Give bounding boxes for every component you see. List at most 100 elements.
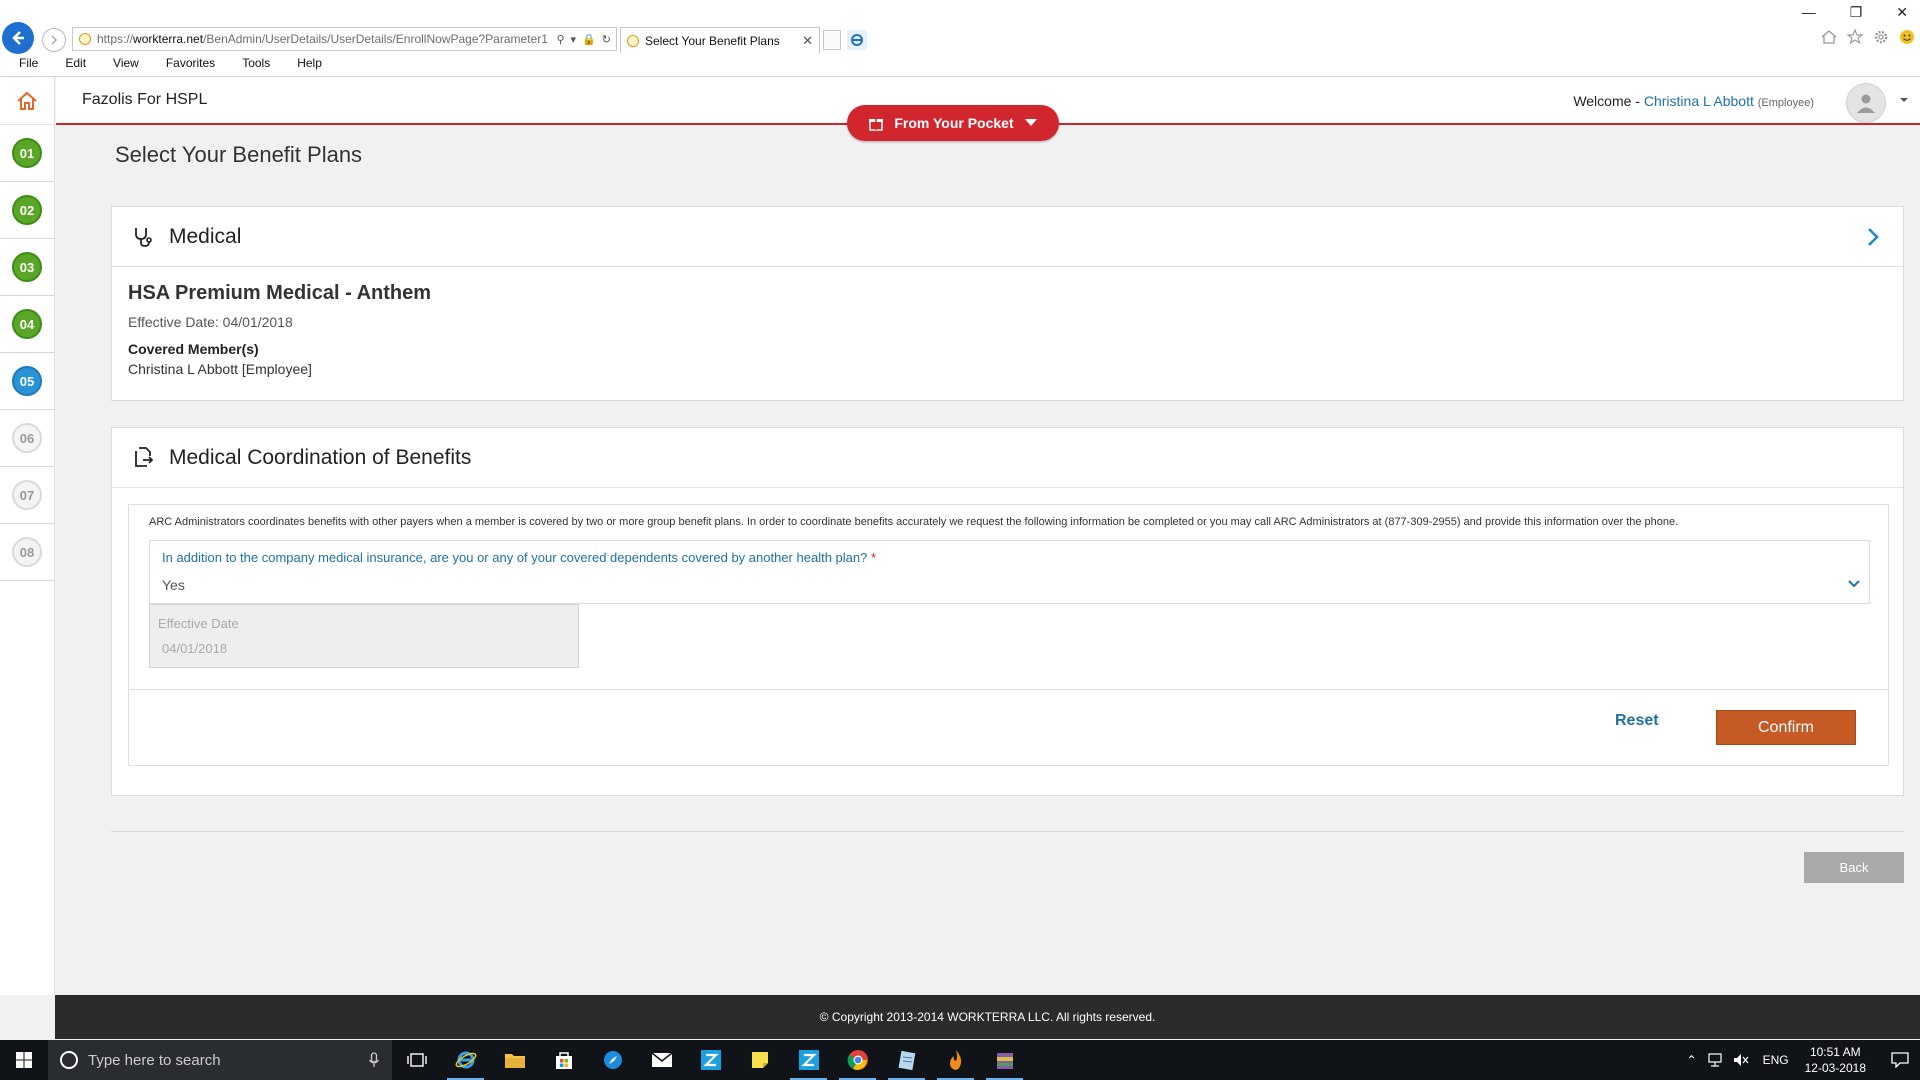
confirm-button[interactable]: Confirm <box>1716 710 1856 745</box>
chevron-down-icon[interactable] <box>1847 579 1861 589</box>
user-name-link[interactable]: Christina L Abbott <box>1644 93 1754 109</box>
medical-card-header[interactable]: Medical <box>112 207 1903 267</box>
copyright-footer: © Copyright 2013-2014 WORKTERRA LLC. All… <box>55 995 1920 1039</box>
stethoscope-icon <box>135 227 152 247</box>
smiley-feedback-icon[interactable] <box>1898 28 1916 46</box>
new-tab-button[interactable] <box>823 30 841 50</box>
internet-explorer-icon[interactable] <box>441 1040 490 1080</box>
gift-icon <box>869 119 884 131</box>
step-04[interactable]: 04 <box>0 296 54 353</box>
other-plan-question: In addition to the company medical insur… <box>162 550 877 565</box>
forward-arrow-icon[interactable] <box>42 28 66 52</box>
form-divider <box>129 689 1888 690</box>
page-title: Select Your Benefit Plans <box>115 142 363 167</box>
file-explorer-icon[interactable] <box>490 1040 539 1080</box>
back-arrow-icon[interactable] <box>2 22 34 54</box>
menu-tools[interactable]: Tools <box>223 56 278 74</box>
refresh-icon[interactable]: ↻ <box>602 33 611 46</box>
cob-info-text: ARC Administrators coordinates benefits … <box>149 516 1679 528</box>
cortana-circle-icon <box>60 1051 78 1069</box>
menu-view[interactable]: View <box>94 56 147 74</box>
site-favicon-icon <box>79 33 91 45</box>
lock-icon[interactable]: 🔒 <box>582 33 596 46</box>
zoom-app-icon[interactable] <box>686 1040 735 1080</box>
step-03[interactable]: 03 <box>0 239 54 296</box>
step-01[interactable]: 01 <box>0 125 54 182</box>
user-role: (Employee) <box>1757 97 1814 109</box>
required-marker: * <box>870 550 877 565</box>
windows-logo-icon <box>16 1052 32 1068</box>
clock[interactable]: 10:51 AM 12-03-2018 <box>1805 1044 1866 1076</box>
plan-name: HSA Premium Medical - Anthem <box>128 282 432 304</box>
step-badge: 01 <box>12 138 42 168</box>
microphone-icon[interactable] <box>368 1052 380 1068</box>
coordination-of-benefits-card: Medical Coordination of Benefits ARC Adm… <box>111 427 1904 796</box>
clock-date: 12-03-2018 <box>1804 1061 1866 1075</box>
search-icon[interactable]: ⚲ <box>556 33 564 46</box>
address-bar[interactable]: https://workterra.net/BenAdmin/UserDetai… <box>72 27 617 51</box>
chrome-icon[interactable] <box>833 1040 882 1080</box>
step-06[interactable]: 06 <box>0 410 54 467</box>
close-window-icon[interactable]: ✕ <box>1896 4 1908 21</box>
plan-effective-date: Effective Date: 04/01/2018 <box>128 314 293 330</box>
sticky-notes-icon[interactable] <box>735 1040 784 1080</box>
cob-card-header: Medical Coordination of Benefits <box>112 428 1903 488</box>
step-sidebar: 01 02 03 04 05 06 07 08 <box>0 77 55 995</box>
cob-title: Medical Coordination of Benefits <box>169 445 472 469</box>
document-transfer-icon <box>135 446 154 467</box>
dropdown-arrow-icon[interactable]: ▾ <box>571 33 577 46</box>
back-button[interactable]: Back <box>1804 852 1904 883</box>
step-02[interactable]: 02 <box>0 182 54 239</box>
step-badge: 07 <box>12 480 42 510</box>
cob-form: ARC Administrators coordinates benefits … <box>128 504 1889 766</box>
favorites-star-icon[interactable] <box>1846 28 1864 46</box>
reset-button[interactable]: Reset <box>1615 712 1659 730</box>
from-your-pocket-button[interactable]: From Your Pocket <box>847 105 1059 141</box>
close-tab-icon[interactable]: ✕ <box>802 33 813 49</box>
ie-logo-icon[interactable] <box>847 30 867 50</box>
tray-chevron-up-icon[interactable]: ⌃ <box>1687 1053 1697 1067</box>
medical-card: Medical HSA Premium Medical - Anthem Eff… <box>111 206 1904 401</box>
step-badge: 06 <box>12 423 42 453</box>
compass-app-icon[interactable] <box>588 1040 637 1080</box>
chevron-right-icon[interactable] <box>1865 225 1881 249</box>
browser-tab[interactable]: Select Your Benefit Plans ✕ <box>620 27 820 53</box>
step-05[interactable]: 05 <box>0 353 54 410</box>
zoom-app-icon-2[interactable] <box>784 1040 833 1080</box>
chevron-down-icon[interactable] <box>1898 95 1910 105</box>
menu-favorites[interactable]: Favorites <box>147 56 223 74</box>
language-indicator[interactable]: ENG <box>1763 1053 1789 1067</box>
menu-edit[interactable]: Edit <box>46 56 94 74</box>
windows-start-button[interactable] <box>0 1040 48 1080</box>
volume-muted-icon[interactable] <box>1733 1053 1749 1067</box>
menu-bar: File Edit View Favorites Tools Help <box>0 56 330 74</box>
step-07[interactable]: 07 <box>0 467 54 524</box>
home-button[interactable] <box>0 77 54 125</box>
step-08[interactable]: 08 <box>0 524 54 581</box>
menu-help[interactable]: Help <box>278 56 330 74</box>
taskbar-search[interactable]: Type here to search <box>48 1040 392 1080</box>
search-placeholder: Type here to search <box>88 1051 221 1069</box>
archive-app-icon[interactable] <box>980 1040 1029 1080</box>
tab-title: Select Your Benefit Plans <box>645 33 780 48</box>
covered-member: Christina L Abbott [Employee] <box>128 361 312 377</box>
settings-gear-icon[interactable] <box>1872 28 1890 46</box>
store-icon[interactable] <box>539 1040 588 1080</box>
step-badge: 08 <box>12 537 42 567</box>
effective-date-value: 04/01/2018 <box>162 641 228 656</box>
effective-date-label: Effective Date <box>158 616 239 631</box>
avatar[interactable] <box>1846 83 1886 123</box>
menu-file[interactable]: File <box>0 56 46 74</box>
restore-icon[interactable]: ❐ <box>1850 4 1863 21</box>
network-icon[interactable] <box>1707 1053 1723 1067</box>
minimize-icon[interactable]: — <box>1802 4 1816 21</box>
notepad-icon[interactable] <box>882 1040 931 1080</box>
mail-icon[interactable] <box>637 1040 686 1080</box>
task-view-icon[interactable] <box>392 1040 441 1080</box>
welcome-text: Welcome - Christina L Abbott (Employee) <box>1573 93 1814 109</box>
firefox-flame-icon[interactable] <box>931 1040 980 1080</box>
other-plan-select[interactable]: In addition to the company medical insur… <box>149 540 1870 604</box>
caret-down-icon <box>1024 119 1037 126</box>
action-center-icon[interactable] <box>1880 1052 1920 1068</box>
home-toolbar-icon[interactable] <box>1820 28 1838 46</box>
